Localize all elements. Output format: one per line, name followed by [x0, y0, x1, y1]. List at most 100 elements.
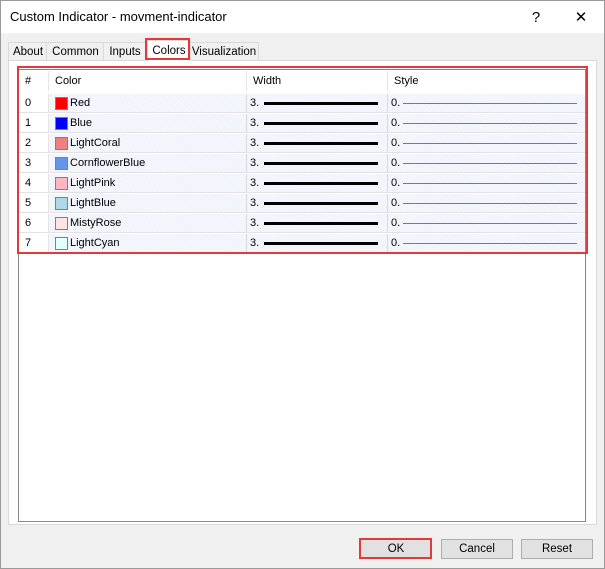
- row-index: 0: [19, 94, 49, 113]
- row-index: 3: [19, 154, 49, 173]
- color-name: Blue: [70, 117, 93, 129]
- width-cell[interactable]: 3.: [247, 154, 388, 173]
- header-color: Color: [49, 71, 247, 91]
- tab-colors[interactable]: Colors: [147, 40, 191, 61]
- width-cell[interactable]: 3.: [247, 214, 388, 233]
- tab-visualization[interactable]: Visualization: [189, 42, 259, 61]
- style-value: 0.: [391, 137, 401, 149]
- grid-header: # Color Width Style: [19, 71, 585, 91]
- style-line-preview: [403, 183, 577, 184]
- cancel-button[interactable]: Cancel: [441, 539, 513, 559]
- color-cell[interactable]: CornflowerBlue: [49, 154, 247, 173]
- color-cell[interactable]: LightCyan: [49, 234, 247, 253]
- row-index: 4: [19, 174, 49, 193]
- color-name: Red: [70, 97, 91, 109]
- width-value: 3.: [250, 177, 260, 189]
- width-line-preview: [264, 202, 378, 205]
- width-line-preview: [264, 242, 378, 245]
- color-cell[interactable]: MistyRose: [49, 214, 247, 233]
- color-name: LightCoral: [70, 137, 121, 149]
- style-value: 0.: [391, 177, 401, 189]
- tab-about[interactable]: About: [8, 42, 48, 61]
- color-cell[interactable]: Red: [49, 94, 247, 113]
- table-row: 7 LightCyan 3. 0.: [19, 234, 585, 254]
- tab-strip: About Common Inputs Colors Visualization: [8, 40, 598, 61]
- window-title: Custom Indicator - movment-indicator: [10, 9, 227, 24]
- tab-common[interactable]: Common: [46, 42, 105, 61]
- color-swatch: [55, 157, 68, 170]
- header-index: #: [19, 71, 49, 91]
- width-cell[interactable]: 3.: [247, 134, 388, 153]
- width-cell[interactable]: 3.: [247, 194, 388, 213]
- color-swatch: [55, 237, 68, 250]
- style-cell[interactable]: 0.: [388, 134, 585, 153]
- color-swatch: [55, 97, 68, 110]
- style-cell[interactable]: 0.: [388, 174, 585, 193]
- color-name: LightBlue: [70, 197, 116, 209]
- style-value: 0.: [391, 117, 401, 129]
- width-value: 3.: [250, 197, 260, 209]
- row-index: 1: [19, 114, 49, 133]
- style-cell[interactable]: 0.: [388, 194, 585, 213]
- width-value: 3.: [250, 137, 260, 149]
- color-name: MistyRose: [70, 217, 122, 229]
- width-value: 3.: [250, 97, 260, 109]
- style-cell[interactable]: 0.: [388, 114, 585, 133]
- width-cell[interactable]: 3.: [247, 94, 388, 113]
- style-cell[interactable]: 0.: [388, 154, 585, 173]
- style-line-preview: [403, 223, 577, 224]
- title-bar: Custom Indicator - movment-indicator ? ✕: [1, 1, 604, 33]
- style-cell[interactable]: 0.: [388, 214, 585, 233]
- header-width: Width: [247, 71, 388, 91]
- row-index: 5: [19, 194, 49, 213]
- style-cell[interactable]: 0.: [388, 94, 585, 113]
- header-style: Style: [394, 75, 419, 87]
- style-line-preview: [403, 123, 577, 124]
- width-value: 3.: [250, 217, 260, 229]
- width-value: 3.: [250, 237, 260, 249]
- style-line-preview: [403, 143, 577, 144]
- style-line-preview: [403, 203, 577, 204]
- color-swatch: [55, 137, 68, 150]
- style-line-preview: [403, 163, 577, 164]
- width-value: 3.: [250, 157, 260, 169]
- color-swatch: [55, 117, 68, 130]
- table-row: 6 MistyRose 3. 0.: [19, 214, 585, 234]
- width-cell[interactable]: 3.: [247, 234, 388, 253]
- width-line-preview: [264, 182, 378, 185]
- style-line-preview: [403, 103, 577, 104]
- width-line-preview: [264, 142, 378, 145]
- color-cell[interactable]: LightCoral: [49, 134, 247, 153]
- color-cell[interactable]: Blue: [49, 114, 247, 133]
- table-row: 4 LightPink 3. 0.: [19, 174, 585, 194]
- table-row: 3 CornflowerBlue 3. 0.: [19, 154, 585, 174]
- reset-button[interactable]: Reset: [521, 539, 593, 559]
- ok-button[interactable]: OK: [360, 539, 432, 559]
- table-row: 5 LightBlue 3. 0.: [19, 194, 585, 214]
- row-index: 6: [19, 214, 49, 233]
- color-swatch: [55, 197, 68, 210]
- row-index: 2: [19, 134, 49, 153]
- color-name: LightPink: [70, 177, 116, 189]
- color-swatch: [55, 177, 68, 190]
- tab-inputs[interactable]: Inputs: [103, 42, 147, 61]
- close-button[interactable]: ✕: [558, 3, 604, 31]
- width-line-preview: [264, 162, 378, 165]
- width-cell[interactable]: 3.: [247, 114, 388, 133]
- table-row: 2 LightCoral 3. 0.: [19, 134, 585, 154]
- width-line-preview: [264, 102, 378, 105]
- color-swatch: [55, 217, 68, 230]
- style-cell[interactable]: 0.: [388, 234, 585, 253]
- style-value: 0.: [391, 197, 401, 209]
- width-cell[interactable]: 3.: [247, 174, 388, 193]
- style-value: 0.: [391, 157, 401, 169]
- color-cell[interactable]: LightPink: [49, 174, 247, 193]
- color-cell[interactable]: LightBlue: [49, 194, 247, 213]
- help-button[interactable]: ?: [513, 3, 559, 31]
- color-name: LightCyan: [70, 237, 120, 249]
- width-line-preview: [264, 222, 378, 225]
- color-name: CornflowerBlue: [70, 157, 146, 169]
- table-row: 0 Red 3. 0.: [19, 94, 585, 114]
- width-line-preview: [264, 122, 378, 125]
- table-row: 1 Blue 3. 0.: [19, 114, 585, 134]
